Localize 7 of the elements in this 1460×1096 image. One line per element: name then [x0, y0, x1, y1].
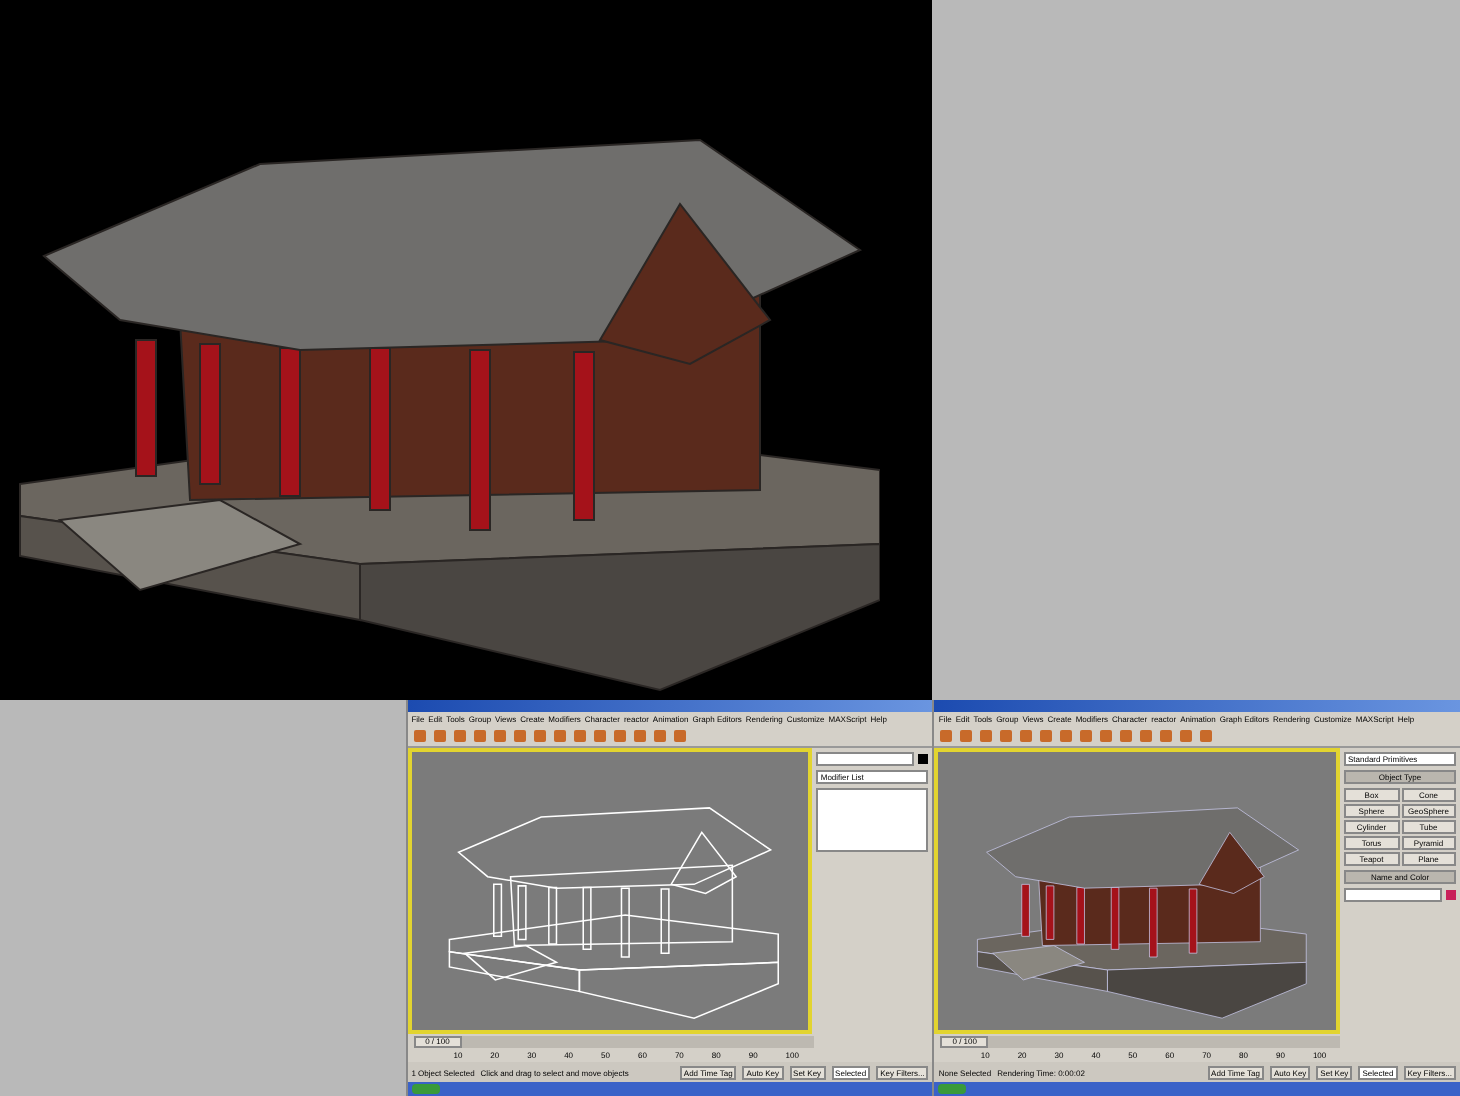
start-button[interactable] [938, 1084, 967, 1094]
color-swatch[interactable] [1446, 890, 1456, 900]
start-button[interactable] [411, 1084, 440, 1094]
color-swatch[interactable] [918, 754, 929, 764]
name-field[interactable] [1344, 888, 1442, 902]
modifier-stack-list[interactable] [816, 788, 929, 852]
name-field[interactable] [816, 752, 915, 766]
